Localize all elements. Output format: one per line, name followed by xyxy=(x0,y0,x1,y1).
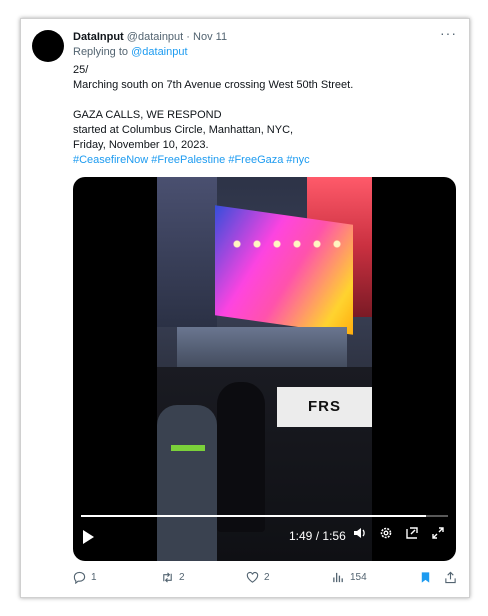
time-display: 1:49 / 1:56 xyxy=(289,529,346,543)
action-bar: 1 2 2 154 xyxy=(73,571,457,587)
view-count: 154 xyxy=(350,572,367,583)
video-frame: FRS xyxy=(157,177,372,561)
handle[interactable]: @datainput xyxy=(127,31,183,43)
play-icon[interactable] xyxy=(83,530,94,544)
more-icon[interactable]: ··· xyxy=(440,25,457,41)
string-lights xyxy=(227,237,347,251)
settings-icon[interactable] xyxy=(379,526,393,543)
reply-button[interactable]: 1 xyxy=(73,571,97,584)
views-button[interactable]: 154 xyxy=(332,571,367,584)
building xyxy=(157,177,217,327)
tweet-line: GAZA CALLS, WE RESPOND xyxy=(73,109,222,121)
protest-banner: FRS xyxy=(277,387,372,427)
hashtag-link[interactable]: #CeasefireNow xyxy=(73,154,148,166)
share-button[interactable] xyxy=(444,571,457,584)
repost-button[interactable]: 2 xyxy=(161,571,185,584)
reply-context: Replying to @datainput xyxy=(73,46,188,58)
like-button[interactable]: 2 xyxy=(246,571,270,584)
duration: 1:56 xyxy=(322,529,346,543)
like-icon xyxy=(246,571,259,583)
avatar[interactable] xyxy=(32,30,64,62)
tweet-header: DataInput @datainput · Nov 11 xyxy=(73,30,227,44)
tweet-card[interactable]: DataInput @datainput · Nov 11 ··· Replyi… xyxy=(20,18,470,598)
repost-count: 2 xyxy=(179,572,185,583)
progress-fill xyxy=(81,515,426,517)
tweet-line: Friday, November 10, 2023. xyxy=(73,139,209,151)
billboard xyxy=(215,205,353,335)
hashtag-link[interactable]: #nyc xyxy=(286,154,309,166)
pip-icon[interactable] xyxy=(405,526,419,543)
separator: · xyxy=(186,31,190,43)
repost-icon xyxy=(163,572,172,583)
tweet-line: Marching south on 7th Avenue crossing We… xyxy=(73,79,354,91)
reply-handle-link[interactable]: @datainput xyxy=(131,46,187,58)
time-separator: / xyxy=(315,529,320,543)
bookmark-icon xyxy=(421,572,430,583)
armband xyxy=(171,445,205,451)
hashtag-link[interactable]: #FreeGaza xyxy=(228,154,283,166)
display-name[interactable]: DataInput xyxy=(73,31,124,43)
reply-count: 1 xyxy=(91,572,97,583)
tweet-line: started at Columbus Circle, Manhattan, N… xyxy=(73,124,294,136)
hashtags: #CeasefireNow #FreePalestine #FreeGaza #… xyxy=(73,153,453,168)
reply-icon xyxy=(73,571,86,584)
fullscreen-icon[interactable] xyxy=(431,526,445,543)
tweet-line: 25/ xyxy=(73,64,89,76)
reply-prefix: Replying to xyxy=(73,46,129,58)
bookmark-button[interactable] xyxy=(419,571,432,584)
video-player[interactable]: FRS 1:49 / 1:56 xyxy=(73,177,456,561)
volume-icon[interactable] xyxy=(353,526,367,543)
hashtag-link[interactable]: #FreePalestine xyxy=(151,154,225,166)
timestamp[interactable]: Nov 11 xyxy=(193,31,227,43)
views-icon xyxy=(333,572,343,583)
like-count: 2 xyxy=(264,572,270,583)
protester xyxy=(217,382,265,532)
video-controls: 1:49 / 1:56 xyxy=(73,515,456,561)
share-icon xyxy=(445,571,456,584)
elapsed-time: 1:49 xyxy=(289,529,313,543)
tweet-text: 25/ Marching south on 7th Avenue crossin… xyxy=(73,63,453,168)
progress-bar[interactable] xyxy=(81,515,448,517)
